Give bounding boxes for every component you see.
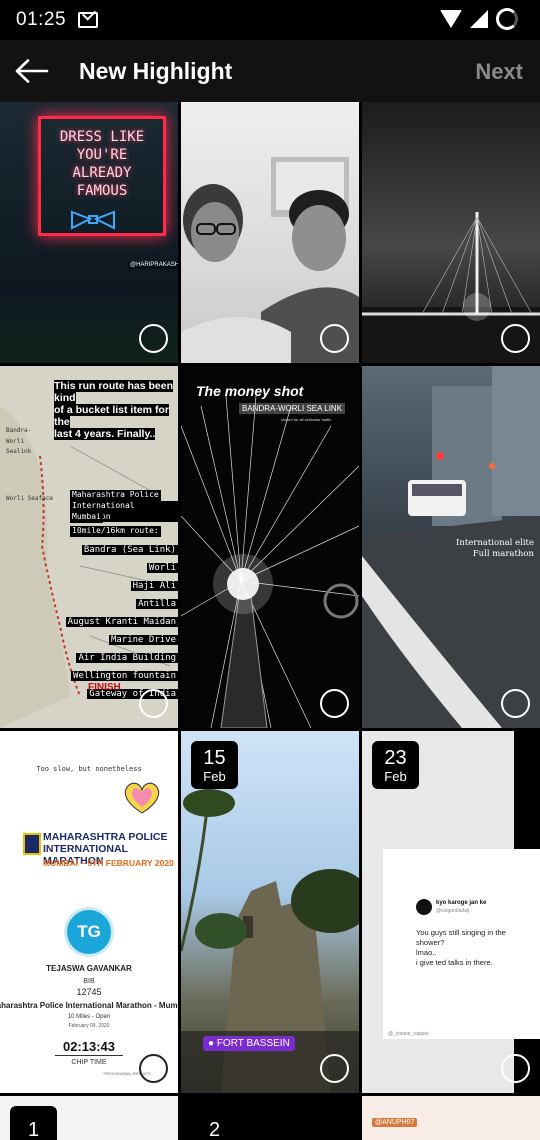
- date-month: Feb: [203, 768, 226, 784]
- divider: [55, 1055, 123, 1056]
- story-tile[interactable]: kyo karoge jan ke @vulgandadaji You guys…: [362, 731, 540, 1093]
- caption-line: Full marathon: [472, 549, 534, 559]
- story-tile[interactable]: [362, 102, 540, 363]
- status-icons: [440, 8, 518, 30]
- event-distance: 10 Miles - Open: [67, 1014, 111, 1020]
- date-day: 23: [384, 746, 407, 769]
- page-title: New Highlight: [79, 57, 233, 84]
- story-caption: International elite Full marathon: [422, 538, 534, 560]
- map-headline: This run route has been kind of a bucket…: [54, 380, 176, 440]
- tweet-footer: @_insane_rajaput: [388, 1031, 429, 1037]
- tweet-name: kyo karoge jan ke: [436, 900, 487, 906]
- select-circle[interactable]: [320, 689, 349, 718]
- tweet-line: i give ted talks in there.: [416, 958, 493, 967]
- story-title: The money shot: [196, 383, 304, 399]
- event-line: Maharashtra Police: [70, 490, 161, 501]
- next-button[interactable]: Next: [475, 59, 523, 85]
- bridge-cables-photo: [181, 395, 359, 728]
- route-stop: August Kranti Maidan: [65, 617, 178, 627]
- caption-line: International elite: [455, 538, 534, 548]
- story-tile[interactable]: 2: [181, 1096, 359, 1140]
- route-stop: Haji Ali: [130, 581, 178, 591]
- app-header: New Highlight Next: [0, 40, 540, 102]
- tweet-line: lmao..: [416, 948, 437, 957]
- bow-tie-icon: [71, 210, 115, 230]
- route-stop: Bandra (Sea Link): [81, 545, 178, 555]
- location-tag: BANDRA-WORLI SEA LINK: [239, 403, 346, 414]
- select-circle[interactable]: [501, 689, 530, 718]
- tweet-line: shower?: [416, 938, 445, 947]
- bib-number: 12745: [76, 987, 102, 997]
- event-date: February 09, 2020: [68, 1023, 110, 1029]
- story-tile[interactable]: @ANUPH07: [362, 1096, 540, 1140]
- wifi-icon: [440, 10, 462, 28]
- date-day: 15: [203, 746, 226, 769]
- runner-badge: TG: [64, 907, 114, 957]
- status-time: 01:25: [16, 9, 67, 30]
- select-circle[interactable]: [139, 324, 168, 353]
- status-bar: 01:25: [0, 0, 540, 40]
- story-tile[interactable]: The money shot BANDRA-WORLI SEA LINK clo…: [181, 366, 359, 728]
- route-distance: 10mile/16km route:: [70, 526, 161, 537]
- story-tile[interactable]: This run route has been kind of a bucket…: [0, 366, 178, 728]
- select-circle[interactable]: [501, 1054, 530, 1083]
- event-line: Mumbai: [70, 512, 103, 523]
- date-badge: 2: [191, 1106, 238, 1140]
- route-stop: Antilla: [136, 599, 178, 609]
- route-stop: Marine Drive: [108, 635, 178, 645]
- route-stop: Wellington fountain: [71, 671, 178, 681]
- date-day: 1: [27, 1119, 40, 1140]
- story-tile[interactable]: DRESS LIKE YOU'RE ALREADY FAMOUS @HARIPR…: [0, 102, 178, 363]
- heart-hands-icon: [124, 782, 160, 814]
- route-list: Bandra (Sea Link) Worli Haji Ali Antilla…: [62, 539, 178, 701]
- runner-name: TEJASWA GAVANKAR: [46, 964, 132, 973]
- marathon-logo: [23, 833, 41, 855]
- select-circle[interactable]: [501, 324, 530, 353]
- tweet-line: You guys still singing in the: [416, 928, 506, 937]
- story-tile[interactable]: [181, 102, 359, 363]
- back-button[interactable]: [0, 40, 64, 102]
- select-circle[interactable]: [320, 324, 349, 353]
- select-circle[interactable]: [139, 1054, 168, 1083]
- story-tile[interactable]: International elite Full marathon: [362, 366, 540, 728]
- event-name: Maharashtra Police International Maratho…: [0, 1001, 178, 1010]
- mail-icon: [78, 12, 99, 28]
- story-subtext: closed for all vehicular traffic: [281, 417, 332, 422]
- headline-line: last 4 years. Finally..: [54, 428, 156, 440]
- location-pin-icon: ●: [208, 1038, 215, 1049]
- date-day: 2: [208, 1119, 221, 1140]
- date-badge: 23 Feb: [372, 741, 419, 789]
- select-circle[interactable]: [320, 1054, 349, 1083]
- bib-label: BIB: [83, 978, 95, 985]
- tweet-handle: @vulgandadaji: [436, 908, 470, 914]
- location-tag: ● FORT BASSEIN: [203, 1036, 295, 1051]
- avatar: [416, 899, 432, 915]
- route-stop: Air India Building: [76, 653, 178, 663]
- credit-tag: @HARIPRAKASH: [128, 261, 178, 269]
- map-label: Worli Seaface: [6, 495, 53, 502]
- signal-icon: [470, 10, 488, 28]
- title-line: MAHARASHTRA POLICE: [43, 831, 168, 843]
- story-tile[interactable]: 1: [0, 1096, 178, 1140]
- finish-label: FINISH: [88, 682, 121, 693]
- tweet-body: You guys still singing in the shower? lm…: [416, 928, 536, 968]
- neon-sign-text: DRESS LIKE YOU'RE ALREADY FAMOUS: [59, 129, 145, 199]
- story-tile[interactable]: 15 Feb ● FORT BASSEIN: [181, 731, 359, 1093]
- headline-line: of a bucket list item for the: [54, 404, 169, 428]
- battery-icon: [496, 8, 518, 30]
- date-badge: 15 Feb: [191, 741, 238, 789]
- date-badge: 1: [10, 1106, 57, 1140]
- story-tile[interactable]: Too slow, but nonetheless MAHARASHTRA PO…: [0, 731, 178, 1093]
- map-label: Bandra-Worli Sealink: [6, 427, 32, 455]
- mention-tag: @ANUPH07: [372, 1118, 418, 1127]
- headline-line: This run route has been kind: [54, 380, 174, 404]
- date-month: Feb: [384, 768, 407, 784]
- story-quote: Too slow, but nonetheless: [36, 765, 142, 773]
- arrow-left-icon: [15, 59, 49, 83]
- route-stop: Worli: [146, 563, 178, 573]
- select-circle[interactable]: [139, 689, 168, 718]
- marathon-date: MUMBAI – 9TH FEBRUARY 2020: [43, 858, 174, 868]
- location-tag-text: FORT BASSEIN: [216, 1038, 290, 1049]
- chip-time: 02:13:43: [62, 1039, 116, 1054]
